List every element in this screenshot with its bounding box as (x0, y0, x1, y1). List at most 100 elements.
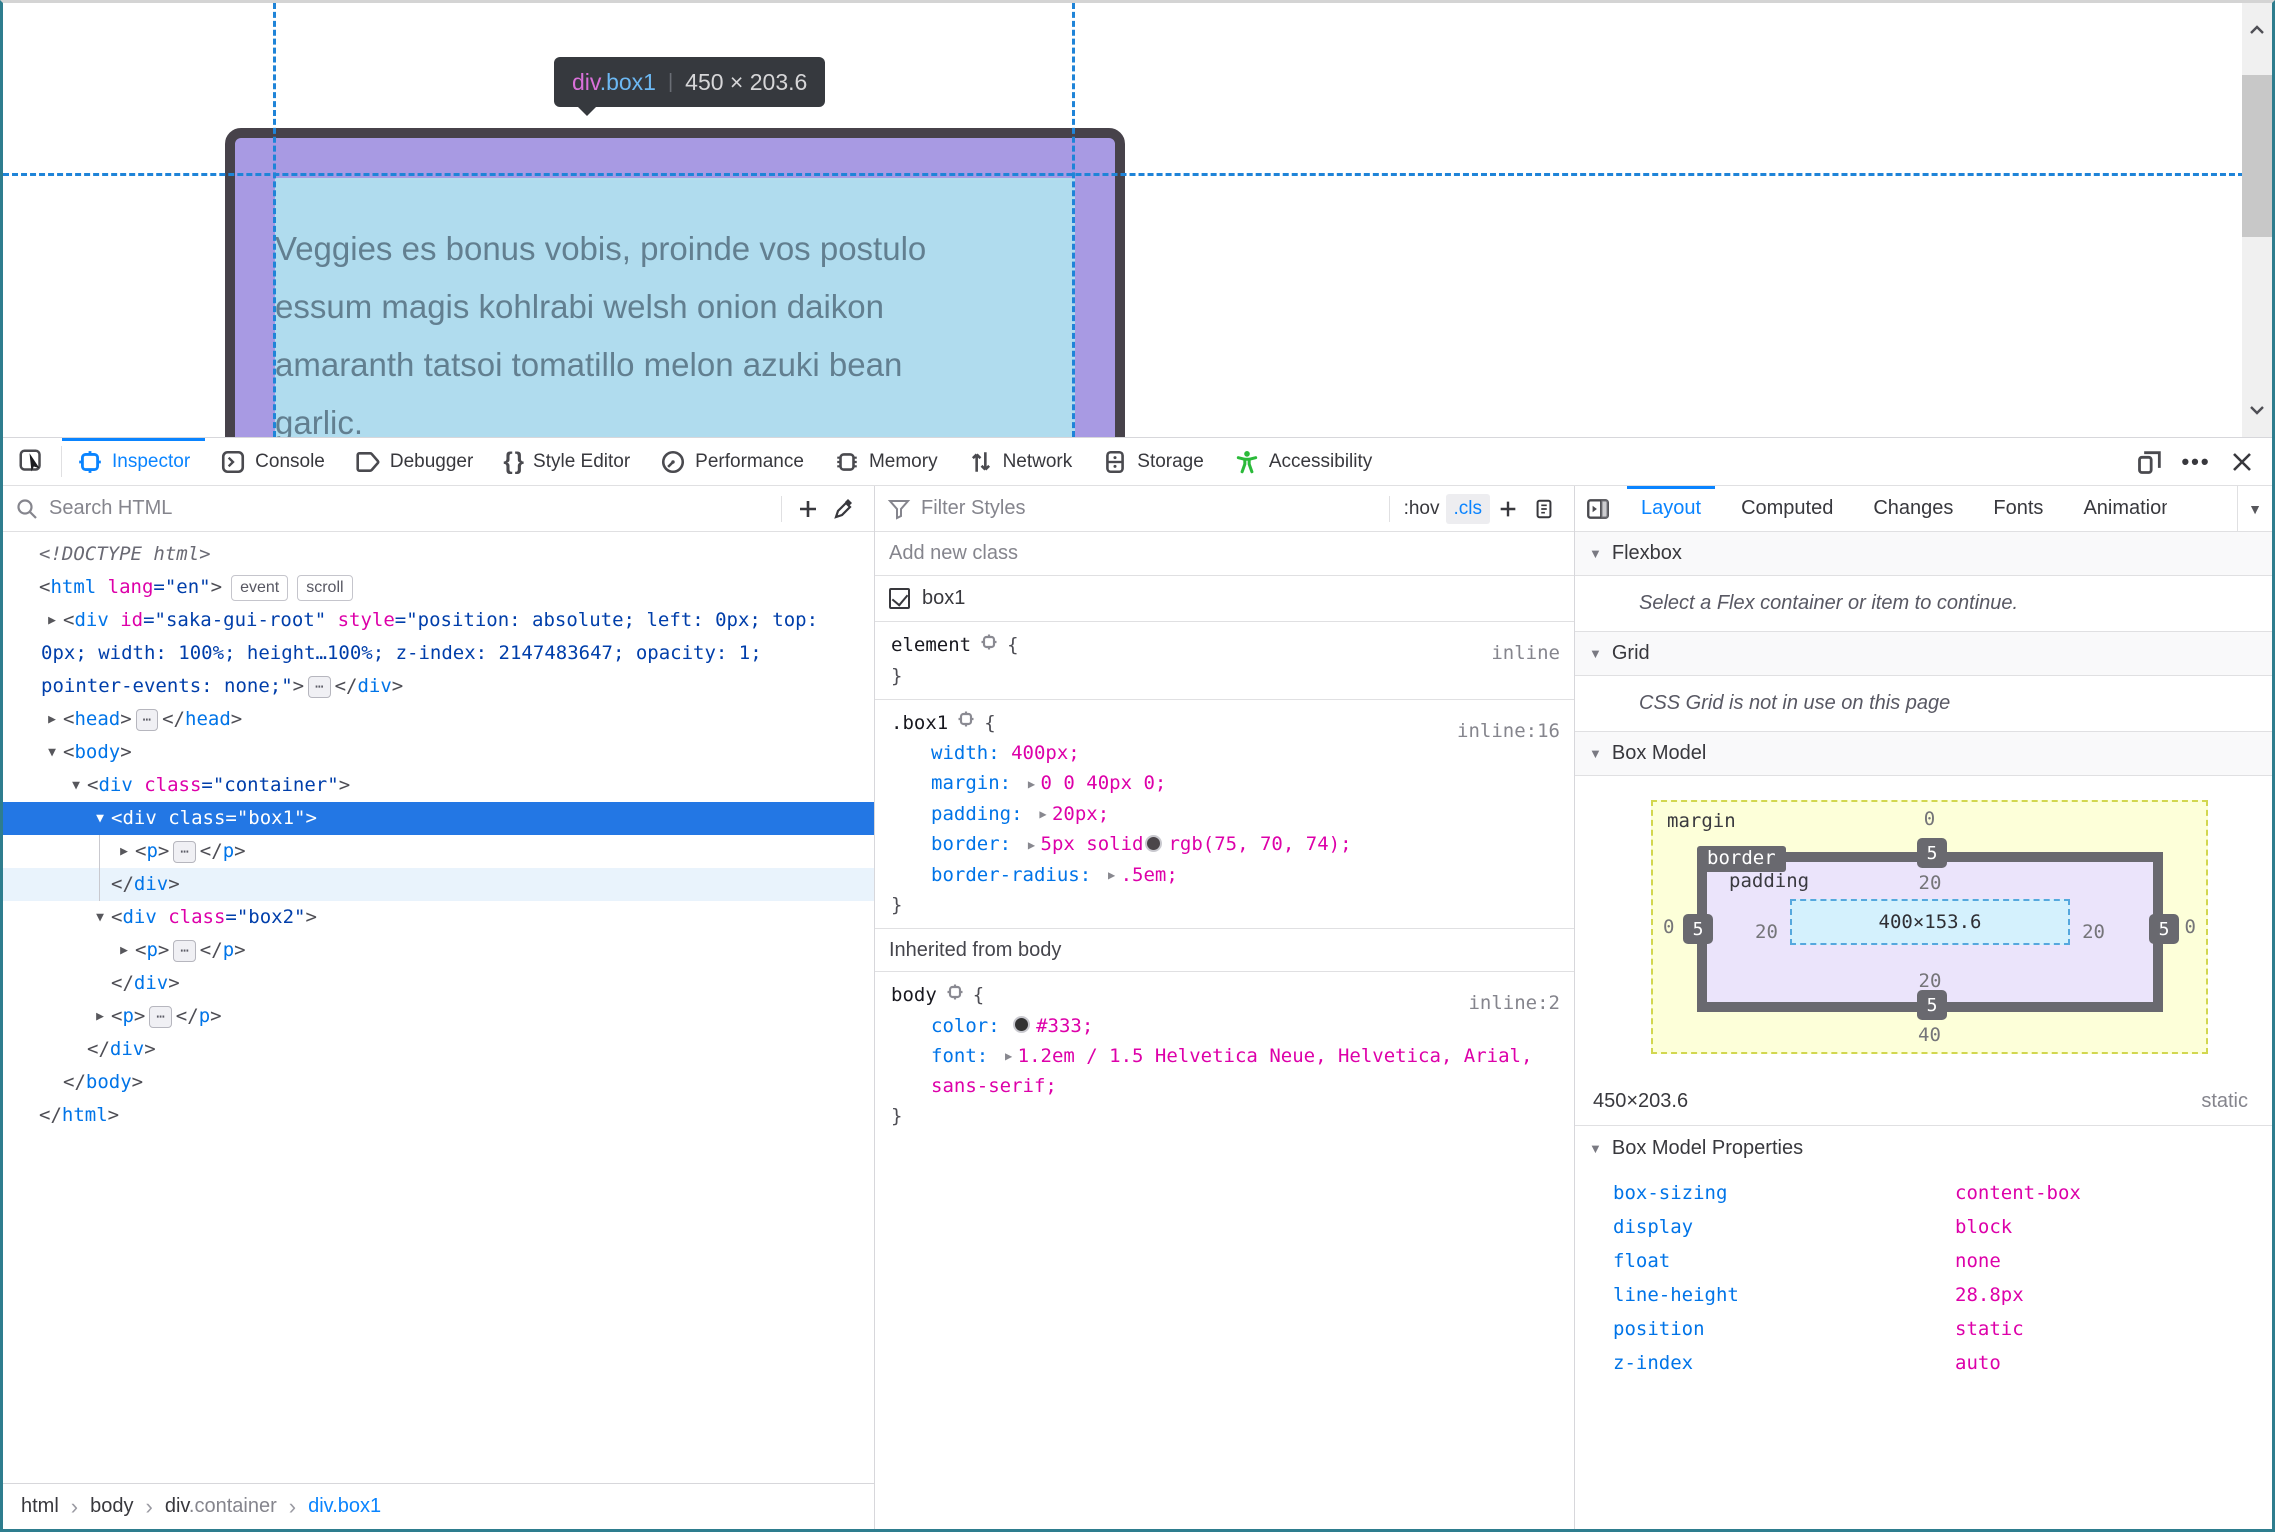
tree-node[interactable]: <!DOCTYPE html> (3, 538, 874, 571)
box-model-property-row[interactable]: box-sizing content-box (1575, 1176, 2272, 1210)
tab-performance[interactable]: Performance (645, 438, 819, 485)
markup-search-bar[interactable]: Search HTML (3, 486, 874, 532)
rule-source-link[interactable]: inline:16 (1457, 716, 1560, 746)
expand-arrow-icon[interactable]: ▶ (89, 1000, 111, 1033)
close-devtools-icon[interactable] (2222, 442, 2262, 482)
color-swatch[interactable] (1013, 1016, 1031, 1033)
expander-icon[interactable]: ▶ (1000, 1041, 1018, 1071)
search-input[interactable]: Search HTML (49, 497, 773, 520)
padding-top-value[interactable]: 20 (1919, 872, 1942, 894)
box-model-property-row[interactable]: line-height 28.8px (1575, 1278, 2272, 1312)
color-swatch[interactable] (1145, 834, 1163, 852)
border-top-value[interactable]: 5 (1917, 838, 1947, 868)
css-declaration[interactable]: margin: ▶ 0 0 40px 0; (875, 768, 1574, 799)
tree-node[interactable]: ▶ <p> ⋯ </p> (3, 835, 874, 868)
tab-layout[interactable]: Layout (1621, 486, 1721, 531)
tab-fonts[interactable]: Fonts (1973, 486, 2063, 531)
breadcrumb-item[interactable]: div.container (165, 1495, 277, 1518)
add-node-icon[interactable] (790, 491, 826, 527)
tree-node[interactable]: ▼ <div class="container"> (3, 769, 874, 802)
class-panel-toggle[interactable]: .cls (1445, 493, 1490, 524)
class-checkbox[interactable] (889, 588, 910, 609)
tree-node[interactable]: ▶ <head> ⋯ </head> (3, 703, 874, 736)
margin-right-value[interactable]: 0 (2185, 916, 2196, 938)
highlight-target-icon[interactable] (979, 631, 999, 661)
breadcrumb-item[interactable]: div.box1 (308, 1495, 381, 1518)
border-right-value[interactable]: 5 (2149, 914, 2179, 944)
border-left-value[interactable]: 5 (1683, 914, 1713, 944)
collapse-arrow-icon[interactable]: ▼ (1589, 1141, 1602, 1156)
tree-node[interactable]: ▶ <p> ⋯ </p> (3, 1000, 874, 1033)
scroll-up-icon[interactable] (2242, 15, 2272, 45)
tree-node[interactable]: ▶ <div id="saka-gui-root" style="position… (3, 604, 874, 703)
devtools-menu-icon[interactable]: ••• (2176, 442, 2216, 482)
box-model-property-row[interactable]: display block (1575, 1210, 2272, 1244)
scrollbar-thumb[interactable] (2242, 75, 2272, 237)
breadcrumb-item[interactable]: html (21, 1495, 59, 1518)
rule-selector[interactable]: .box1 (891, 712, 948, 734)
rule-source-link[interactable]: inline:2 (1468, 988, 1560, 1018)
tab-changes[interactable]: Changes (1853, 486, 1973, 531)
tree-node[interactable]: </body> (3, 1066, 874, 1099)
tab-memory[interactable]: Memory (819, 438, 953, 485)
tree-node[interactable]: ▶ <p> ⋯ </p> (3, 934, 874, 967)
ellipsis-badge[interactable]: ⋯ (173, 840, 196, 863)
margin-left-value[interactable]: 0 (1663, 916, 1674, 938)
scroll-down-icon[interactable] (2242, 395, 2272, 425)
tab-animations[interactable]: Animations (2063, 486, 2167, 531)
tab-storage[interactable]: Storage (1087, 438, 1219, 485)
highlight-target-icon[interactable] (945, 981, 965, 1011)
grid-section-header[interactable]: ▼ Grid (1575, 632, 2272, 676)
tree-node[interactable]: ▼ <div class="box1"> (3, 802, 874, 835)
tab-style-editor[interactable]: { } Style Editor (488, 438, 645, 485)
expander-icon[interactable]: ▶ (1034, 799, 1052, 829)
border-bottom-value[interactable]: 5 (1917, 990, 1947, 1020)
responsive-design-icon[interactable] (2130, 442, 2170, 482)
padding-left-value[interactable]: 20 (1755, 921, 1778, 943)
add-new-class-input[interactable]: Add new class (875, 532, 1574, 576)
margin-box[interactable]: margin 0 0 0 40 border padding 20 20 20 … (1651, 800, 2208, 1054)
all-tabs-dropdown-icon[interactable]: ▼ (2237, 486, 2272, 531)
expand-arrow-icon[interactable]: ▶ (113, 934, 135, 967)
expander-icon[interactable]: ▶ (1023, 830, 1041, 860)
flexbox-section-header[interactable]: ▼ Flexbox (1575, 532, 2272, 576)
collapse-arrow-icon[interactable]: ▼ (1589, 646, 1602, 661)
tab-inspector[interactable]: Inspector (62, 438, 206, 485)
collapse-arrow-icon[interactable]: ▼ (65, 769, 87, 802)
expander-icon[interactable]: ▶ (1023, 769, 1041, 799)
expand-arrow-icon[interactable]: ▶ (41, 604, 63, 637)
ellipsis-badge[interactable]: ⋯ (135, 708, 159, 731)
ellipsis-badge[interactable]: ⋯ (149, 1005, 172, 1028)
tree-node[interactable]: ▼ <body> (3, 736, 874, 769)
element-rule[interactable]: element{ inline } (875, 622, 1574, 699)
sidebar-toggle-icon[interactable] (1575, 486, 1621, 531)
boxmodel-section-header[interactable]: ▼ Box Model (1575, 732, 2272, 776)
box-model-property-row[interactable]: position static (1575, 1312, 2272, 1346)
event-badge[interactable]: event (231, 574, 289, 601)
boxmodel-properties-header[interactable]: ▼ Box Model Properties (1575, 1126, 2272, 1170)
css-declaration[interactable]: border: ▶ 5px solid rgb(75, 70, 74); (875, 829, 1574, 860)
tree-node[interactable]: </html> (3, 1099, 874, 1132)
tree-node[interactable]: ▼ <div class="box2"> (3, 901, 874, 934)
filter-styles-input[interactable]: Filter Styles (921, 497, 1381, 520)
collapse-arrow-icon[interactable]: ▼ (89, 901, 111, 934)
collapse-arrow-icon[interactable]: ▼ (1589, 746, 1602, 761)
content-box[interactable]: 400×153.6 (1790, 899, 2070, 945)
tab-accessibility[interactable]: Accessibility (1219, 438, 1387, 485)
rule-selector[interactable]: element (891, 634, 971, 656)
rule-selector[interactable]: body (891, 984, 937, 1006)
tab-console[interactable]: Console (205, 438, 340, 485)
collapse-arrow-icon[interactable]: ▼ (41, 736, 63, 769)
tree-node[interactable]: </div> (3, 1033, 874, 1066)
breadcrumb-item[interactable]: body (90, 1495, 133, 1518)
collapse-arrow-icon[interactable]: ▼ (89, 802, 111, 835)
padding-bottom-value[interactable]: 20 (1919, 970, 1942, 992)
add-rule-icon[interactable] (1490, 491, 1526, 527)
tree-node[interactable]: </div> (3, 967, 874, 1000)
node-picker-button[interactable] (3, 438, 61, 485)
print-simulation-icon[interactable] (1526, 491, 1562, 527)
padding-right-value[interactable]: 20 (2082, 921, 2105, 943)
expander-icon[interactable]: ▶ (1103, 860, 1121, 890)
tree-node[interactable]: <html lang="en"> event scroll (3, 571, 874, 604)
ellipsis-badge[interactable]: ⋯ (173, 939, 196, 962)
